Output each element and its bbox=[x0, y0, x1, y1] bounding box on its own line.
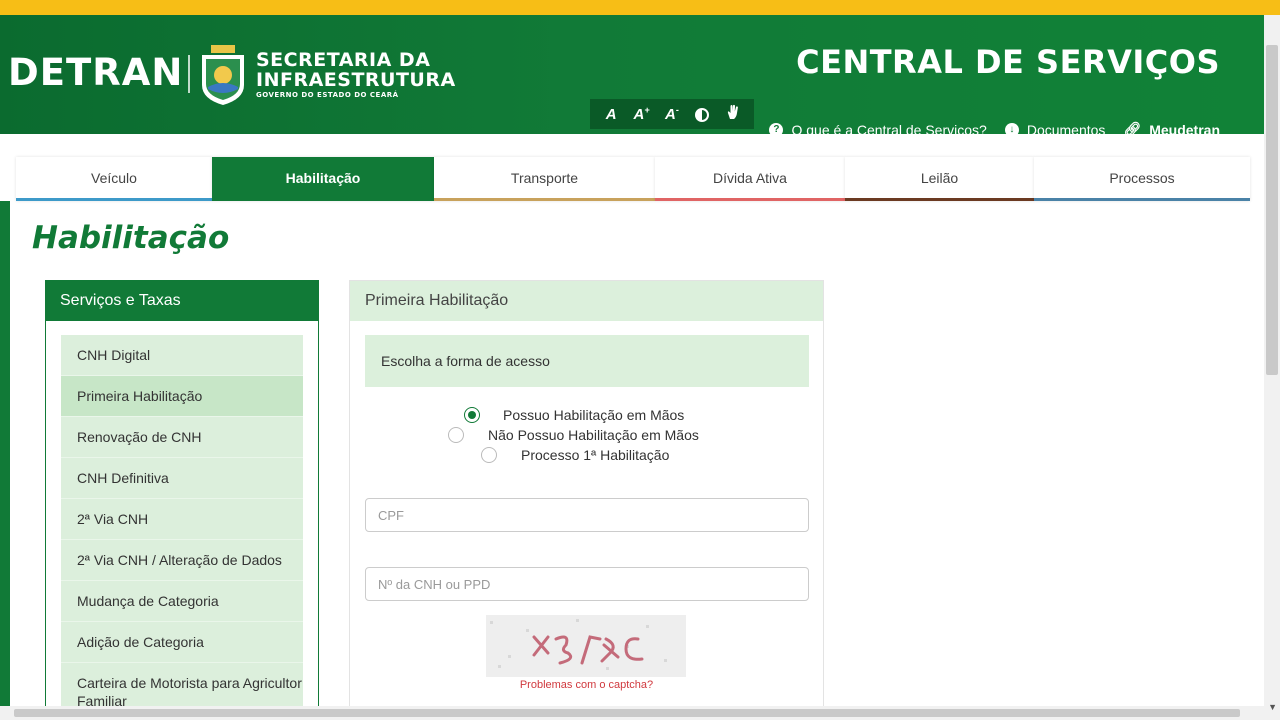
captcha-help-link[interactable]: Problemas com o captcha? bbox=[350, 679, 823, 691]
option-nao-possuo-habilitacao[interactable]: Não Possuo Habilitação em Mãos bbox=[350, 425, 823, 445]
sidebar-item-renovacao-cnh[interactable]: Renovação de CNH bbox=[61, 417, 303, 458]
contrast-icon bbox=[695, 107, 710, 122]
secretaria-subtitle: GOVERNO DO ESTADO DO CEARÁ bbox=[256, 91, 399, 99]
font-normal-button[interactable]: A bbox=[599, 106, 623, 123]
vertical-scrollbar[interactable]: ▼ bbox=[1264, 15, 1280, 720]
contrast-button[interactable] bbox=[690, 106, 714, 123]
state-seal-icon bbox=[202, 45, 244, 105]
question-circle-icon: ? bbox=[769, 122, 784, 137]
about-central-link[interactable]: ? O que é a Central de Serviços? bbox=[769, 121, 987, 138]
tab-processos[interactable]: Processos bbox=[1034, 157, 1250, 201]
download-circle-icon: ↓ bbox=[1004, 122, 1019, 137]
site-header: DETRAN SECRETARIA DA INFRAESTRUTURA GOVE… bbox=[0, 15, 1264, 138]
tab-divida-ativa[interactable]: Dívida Ativa bbox=[655, 157, 845, 201]
sidebar-item-primeira-habilitacao[interactable]: Primeira Habilitação bbox=[61, 376, 303, 417]
meudetran-link[interactable]: 🔗︎ Meudetran bbox=[1123, 121, 1220, 138]
left-green-stripe bbox=[0, 201, 10, 720]
option-possuo-habilitacao[interactable]: Possuo Habilitação em Mãos bbox=[350, 405, 823, 425]
detran-logo[interactable]: DETRAN bbox=[8, 53, 183, 93]
horizontal-scrollbar[interactable] bbox=[0, 706, 1264, 720]
central-servicos-title: CENTRAL DE SERVIÇOS bbox=[796, 43, 1220, 81]
secretaria-title-line2: INFRAESTRUTURA bbox=[256, 69, 456, 91]
sidebar-item-segunda-via-cnh[interactable]: 2ª Via CNH bbox=[61, 499, 303, 540]
horizontal-scrollbar-thumb[interactable] bbox=[14, 709, 1240, 717]
tab-veiculo[interactable]: Veículo bbox=[16, 157, 212, 201]
option-label: Processo 1ª Habilitação bbox=[521, 447, 670, 463]
accessibility-toolbar: A A+ A- bbox=[590, 99, 754, 129]
hand-icon bbox=[727, 104, 738, 119]
cnh-number-input[interactable] bbox=[365, 567, 809, 601]
services-sidebar: Serviços e Taxas CNH Digital Primeira Ha… bbox=[45, 280, 319, 720]
scroll-down-arrow-icon[interactable]: ▼ bbox=[1268, 702, 1277, 712]
main-tabs: Veículo Habilitação Transporte Dívida At… bbox=[16, 157, 1250, 201]
radio-possuo-habilitacao[interactable] bbox=[464, 407, 480, 423]
secretaria-title-line1: SECRETARIA DA bbox=[256, 49, 431, 71]
meudetran-label: Meudetran bbox=[1149, 121, 1220, 138]
sidebar-list: CNH Digital Primeira Habilitação Renovaç… bbox=[61, 335, 303, 720]
top-yellow-bar bbox=[0, 0, 1280, 15]
sidebar-title: Serviços e Taxas bbox=[46, 281, 318, 321]
tab-transporte[interactable]: Transporte bbox=[434, 157, 655, 201]
sidebar-item-cnh-definitiva[interactable]: CNH Definitiva bbox=[61, 458, 303, 499]
page-title: Habilitação bbox=[32, 220, 230, 256]
link-chain-icon: 🔗︎ bbox=[1123, 121, 1142, 137]
documents-link[interactable]: ↓ Documentos bbox=[1004, 121, 1106, 138]
font-increase-button[interactable]: A+ bbox=[630, 105, 654, 123]
page: DETRAN SECRETARIA DA INFRAESTRUTURA GOVE… bbox=[0, 0, 1280, 720]
sidebar-item-segunda-via-alteracao[interactable]: 2ª Via CNH / Alteração de Dados bbox=[61, 540, 303, 581]
sidebar-item-mudanca-categoria[interactable]: Mudança de Categoria bbox=[61, 581, 303, 622]
option-label: Possuo Habilitação em Mãos bbox=[503, 407, 685, 423]
sign-language-button[interactable] bbox=[721, 104, 745, 124]
cpf-input[interactable] bbox=[365, 498, 809, 532]
access-method-options: Possuo Habilitação em Mãos Não Possuo Ha… bbox=[350, 405, 823, 465]
sidebar-item-adicao-categoria[interactable]: Adição de Categoria bbox=[61, 622, 303, 663]
access-method-header: Escolha a forma de acesso bbox=[365, 335, 809, 387]
tab-habilitacao[interactable]: Habilitação bbox=[212, 157, 434, 201]
vertical-scrollbar-thumb[interactable] bbox=[1266, 45, 1278, 375]
documents-label: Documentos bbox=[1026, 121, 1106, 138]
option-label: Não Possuo Habilitação em Mãos bbox=[488, 427, 699, 443]
logo-separator bbox=[188, 55, 190, 93]
header-links: ? O que é a Central de Serviços? ↓ Docum… bbox=[769, 121, 1220, 138]
radio-processo-habilitacao[interactable] bbox=[481, 447, 497, 463]
tab-leilao[interactable]: Leilão bbox=[845, 157, 1034, 201]
panel-title: Primeira Habilitação bbox=[350, 281, 823, 321]
option-processo-habilitacao[interactable]: Processo 1ª Habilitação bbox=[350, 445, 823, 465]
primeira-habilitacao-panel: Primeira Habilitação Escolha a forma de … bbox=[349, 280, 824, 720]
font-decrease-button[interactable]: A- bbox=[660, 105, 684, 123]
captcha-image bbox=[486, 615, 686, 677]
about-central-label: O que é a Central de Serviços? bbox=[791, 121, 987, 138]
sidebar-item-cnh-digital[interactable]: CNH Digital bbox=[61, 335, 303, 376]
radio-nao-possuo-habilitacao[interactable] bbox=[448, 427, 464, 443]
